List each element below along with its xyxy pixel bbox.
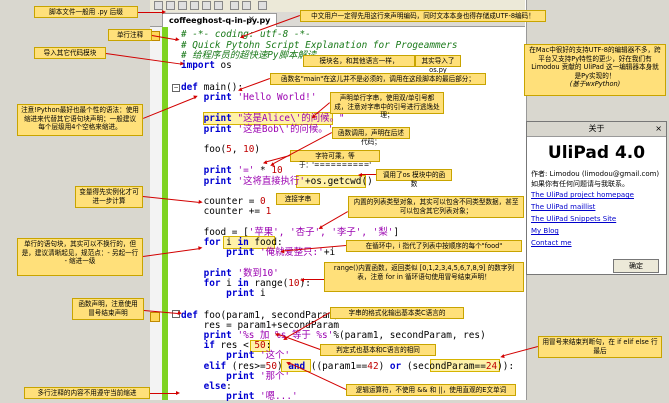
fold-icon[interactable]: − (172, 84, 180, 92)
link-homepage[interactable]: The UliPad project homepage (527, 189, 666, 201)
note-single: 单行注释 (108, 29, 152, 41)
link-snippets[interactable]: The UliPad Snippets Site (527, 213, 666, 225)
about-dialog: 关于 × UliPad 4.0 作者: Limodou (limodou@gma… (526, 121, 667, 275)
code-line[interactable]: print '嗯...' (181, 391, 297, 403)
note-module: 模块名，和其他语言一样， (303, 55, 415, 67)
note-cmp: 判定式也基本和C语言的相同 (320, 344, 436, 356)
note-mac-text: 在Mac中很好的支持UTF-8的编辑器不多，跨平台又支持Py特性的更少，好在我们… (529, 46, 661, 80)
link-contact[interactable]: Contact me (527, 237, 666, 249)
tab-title: coffeeghost-q-in-py.py (169, 16, 271, 25)
note-osfn: 调用了os 模块中的函数 (376, 169, 452, 188)
new-file-icon[interactable] (154, 1, 163, 10)
note-for: 单行的语句块，其实可以不换行的，但是，建议清晰起见，规范点：- 另起一行 - 缩… (17, 238, 143, 276)
save-icon[interactable] (178, 1, 187, 10)
feedback-line: 如果你有任何问题请与我联系。 (531, 180, 629, 188)
copy-icon[interactable] (202, 1, 211, 10)
note-range: range()内置函数，返回类似 [0,1,2,3,4,5,6,7,8,9] 的… (324, 262, 524, 292)
note-logic: 逻辑运算符，不使用 && 和 ||，使用直观的E文单词 (346, 384, 516, 396)
note-mult: 字符可乘，等于：'==========' (290, 150, 380, 169)
bookmark-icon (150, 312, 160, 322)
open-file-icon[interactable] (166, 1, 175, 10)
close-tab-icon[interactable]: × (248, 14, 255, 23)
code-line[interactable]: print 'Hello World!' (181, 92, 317, 104)
note-module2: 导入其它代码模块 (34, 47, 106, 59)
app-name: UliPad 4.0 (547, 143, 646, 163)
note-func: 函数声明，注意使用冒号结束声明 (72, 298, 144, 320)
note-if: 用冒号来结束判断句，在 if elif else 行最后 (538, 336, 662, 358)
link-maillist[interactable]: The UliPad maillist (527, 201, 666, 213)
ok-button[interactable]: 确定 (613, 259, 659, 273)
arrow (362, 174, 376, 175)
close-icon[interactable]: × (655, 122, 662, 136)
code-line[interactable]: print i (181, 288, 266, 300)
note-header: 脚本文件一般用 .py 后缀 (34, 6, 138, 18)
note-multi: 多行注释的内容不用遵守当前缩进 (24, 387, 150, 399)
note-indent: 注意!Python最好也最个性的语法：使用缩进来代替其它语句块声明；一般建议每个… (17, 104, 143, 136)
note-loop: 在循环中，i 指代了列表中按顺序的每个"food" (346, 240, 522, 252)
redo-icon[interactable] (242, 1, 251, 10)
note-top: 中文用户一定得先用这行来声明编码，同时文本本身也得存储成UTF-8编码！ (300, 10, 546, 22)
cut-icon[interactable] (190, 1, 199, 10)
code-line[interactable]: print '这将直接执行'+os.getcwd() (181, 176, 373, 188)
undo-icon[interactable] (230, 1, 239, 10)
tab-coffeeghost[interactable]: coffeeghost-q-in-py.py (162, 13, 278, 27)
code-line[interactable]: foo(5, 10) (181, 144, 261, 156)
change-marker-bar (162, 27, 168, 400)
note-list: 内置的列表类型对象，其实可以包含不同类型数据，甚至可以包含其它列表对象； (348, 196, 524, 218)
find-icon[interactable] (258, 1, 267, 10)
dialog-title: 关于 (588, 124, 605, 133)
code-line[interactable]: import os (181, 60, 232, 72)
note-concat: 连接字串 (276, 193, 320, 205)
paste-icon[interactable] (214, 1, 223, 10)
arrow (138, 10, 166, 14)
note-str: 声明单行字串，使用双/单引号都成，注意对字串中的引号进行逃逸处理； (330, 92, 444, 119)
note-mac: 在Mac中很好的支持UTF-8的编辑器不多，跨平台又支持Py特性的更少，好在我们… (524, 44, 666, 96)
author-line: 作者: Limodou (limodou@gmail.com) (531, 170, 660, 178)
dialog-title-bar: 关于 × (527, 122, 666, 137)
code-line[interactable]: counter += 1 (181, 206, 272, 218)
code-line[interactable]: print '这是Bob\'的问候。' (181, 124, 334, 136)
note-var: 变量得先实例化才可进一步计算 (75, 186, 143, 208)
arrow (304, 279, 324, 280)
link-blog[interactable]: My Blog (527, 225, 666, 237)
note-main: 函数名"main"在这儿并不是必须的，调用在这段脚本的最后部分； (270, 73, 486, 85)
note-module3: 其实导入了 os.py (415, 55, 461, 74)
note-fmt: 字串的格式化输出基本类C语言的 (330, 307, 464, 319)
note-call: 函数调用，声明在后述代码； (332, 127, 410, 146)
note-mac-sub: (基于wxPython) (569, 80, 621, 89)
arrow (150, 391, 180, 395)
